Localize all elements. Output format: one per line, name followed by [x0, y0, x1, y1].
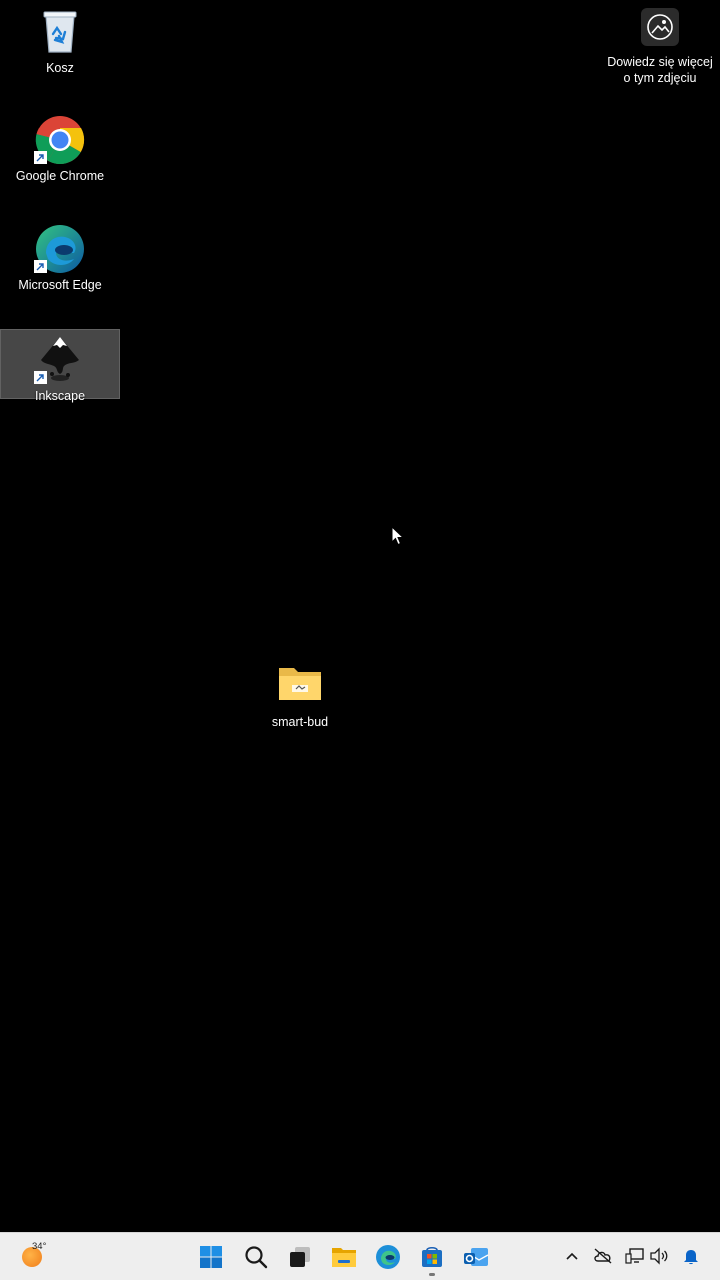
desktop-icon-label: Google Chrome: [15, 169, 105, 183]
inkscape-icon: [34, 334, 86, 386]
desktop-icon-smart-bud-folder[interactable]: smart-bud: [240, 656, 360, 729]
shortcut-arrow-icon: [34, 151, 47, 164]
desktop-icon-recycle-bin[interactable]: Kosz: [0, 2, 120, 75]
volume-icon: [650, 1247, 668, 1265]
desktop-icon-label: Inkscape: [34, 389, 86, 403]
desktop-icon-inkscape[interactable]: Inkscape: [0, 329, 120, 403]
weather-widget[interactable]: 34°: [20, 1241, 60, 1273]
volume-tray-button[interactable]: [648, 1245, 670, 1267]
edge-icon: [376, 1245, 400, 1269]
onedrive-tray-button[interactable]: [592, 1245, 614, 1267]
desktop[interactable]: Kosz Google Chrome Microsoft Edge Inksca…: [0, 0, 720, 1232]
file-explorer-button[interactable]: [326, 1239, 362, 1275]
shortcut-arrow-icon: [34, 260, 47, 273]
mouse-cursor-icon: [391, 525, 405, 551]
notification-bell-icon: [684, 1250, 698, 1265]
spotlight-label: Dowiedz się więcej o tym zdjęciu: [607, 55, 713, 85]
spotlight-camera-icon: [641, 8, 679, 46]
edge-taskbar-button[interactable]: [370, 1239, 406, 1275]
network-tray-button[interactable]: [624, 1245, 646, 1267]
weather-temperature: 34°: [32, 1241, 47, 1252]
chevron-up-icon: [566, 1252, 578, 1260]
microsoft-store-icon: [422, 1246, 442, 1267]
spotlight-learn-more[interactable]: Dowiedz się więcej o tym zdjęciu: [606, 8, 714, 86]
notifications-button[interactable]: [680, 1245, 702, 1267]
folder-icon: [274, 660, 326, 712]
desktop-icon-label: Microsoft Edge: [18, 278, 102, 292]
task-view-button[interactable]: [282, 1239, 318, 1275]
desktop-icon-google-chrome[interactable]: Google Chrome: [0, 110, 120, 183]
task-view-icon: [290, 1247, 310, 1267]
outlook-icon: [464, 1248, 489, 1266]
edge-icon: [34, 223, 86, 275]
search-icon: [245, 1246, 268, 1269]
file-explorer-icon: [332, 1248, 356, 1267]
chrome-icon: [34, 114, 86, 166]
outlook-button[interactable]: [458, 1239, 494, 1275]
shortcut-arrow-icon: [34, 371, 47, 384]
desktop-icon-label: Kosz: [46, 61, 74, 75]
microsoft-store-button[interactable]: [414, 1239, 450, 1276]
network-icon: [625, 1248, 644, 1264]
taskbar: 34°: [0, 1232, 720, 1280]
start-button[interactable]: [193, 1239, 229, 1275]
search-button[interactable]: [238, 1239, 274, 1275]
desktop-icon-microsoft-edge[interactable]: Microsoft Edge: [0, 219, 120, 292]
show-hidden-icons-button[interactable]: [561, 1245, 583, 1267]
running-indicator: [429, 1273, 435, 1276]
recycle-bin-icon: [34, 6, 86, 58]
desktop-icon-label: smart-bud: [271, 715, 329, 729]
windows-start-icon: [200, 1246, 222, 1268]
onedrive-offline-icon: [594, 1248, 612, 1264]
